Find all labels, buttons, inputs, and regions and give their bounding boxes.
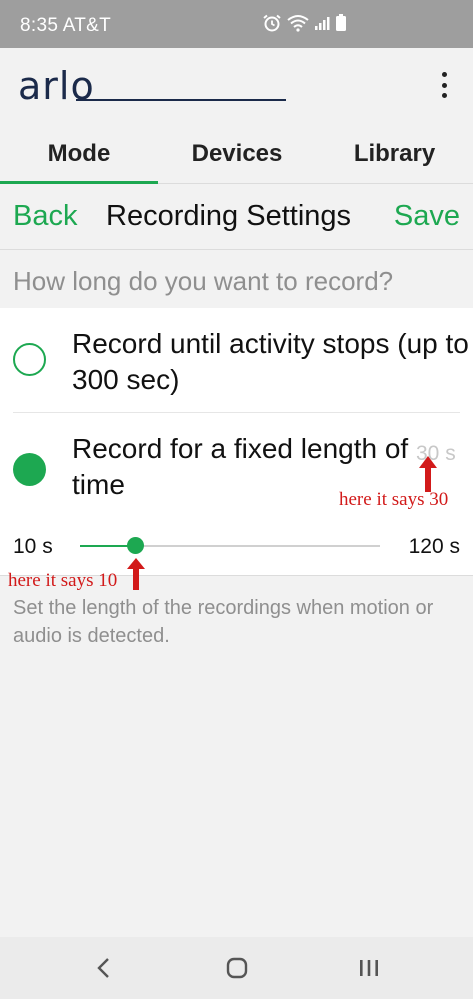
app-header: arlo <box>0 48 473 128</box>
status-icons <box>262 14 347 32</box>
home-icon[interactable] <box>226 957 248 979</box>
setting-description: Set the length of the recordings when mo… <box>13 597 434 647</box>
slider-max-label: 120 s <box>408 535 460 558</box>
arlo-logo: arlo <box>18 64 95 108</box>
recording-options: Record until activity stops (up to 300 s… <box>0 308 473 591</box>
slider-min-label: 10 s <box>13 535 53 558</box>
status-bar: 8:35 AT&T <box>0 0 473 48</box>
alarm-icon <box>263 14 281 32</box>
recents-icon[interactable] <box>358 959 380 977</box>
tab-bar: Mode Devices Library <box>0 128 473 184</box>
logo-underline <box>76 99 286 101</box>
annotation-arrow-up-icon <box>127 558 145 590</box>
active-tab-indicator <box>0 181 158 184</box>
signal-icon <box>315 17 330 30</box>
annotation-text-slider: here it says 10 <box>8 570 118 591</box>
system-nav-bar <box>0 937 473 999</box>
more-vert-icon[interactable] <box>437 70 451 100</box>
back-button[interactable]: Back <box>13 200 77 233</box>
length-slider-row: 10 s 120 s <box>0 525 473 569</box>
battery-icon <box>336 14 346 31</box>
length-slider[interactable] <box>80 537 380 554</box>
page-title: Recording Settings <box>106 200 352 232</box>
back-icon[interactable] <box>96 957 112 979</box>
radio-selected[interactable] <box>13 453 46 486</box>
option-until-activity-stops[interactable]: Record until activity stops (up to 300 s… <box>0 308 473 413</box>
radio-unselected[interactable] <box>13 343 46 376</box>
section-question: How long do you want to record? <box>13 266 394 296</box>
wifi-icon <box>287 15 309 32</box>
annotation-text-value: here it says 30 <box>339 489 449 510</box>
option-label: Record until activity stops (up to 300 s… <box>72 328 469 395</box>
status-time: 8:35 AT&T <box>20 15 112 36</box>
tab-library[interactable]: Library <box>316 140 473 168</box>
tab-devices[interactable]: Devices <box>158 140 316 168</box>
settings-nav-bar: Back Recording Settings Save <box>0 188 473 250</box>
annotation-arrow-up-icon <box>419 456 437 492</box>
tab-mode[interactable]: Mode <box>0 140 158 168</box>
save-button[interactable]: Save <box>394 200 460 233</box>
slider-thumb[interactable] <box>126 537 144 554</box>
